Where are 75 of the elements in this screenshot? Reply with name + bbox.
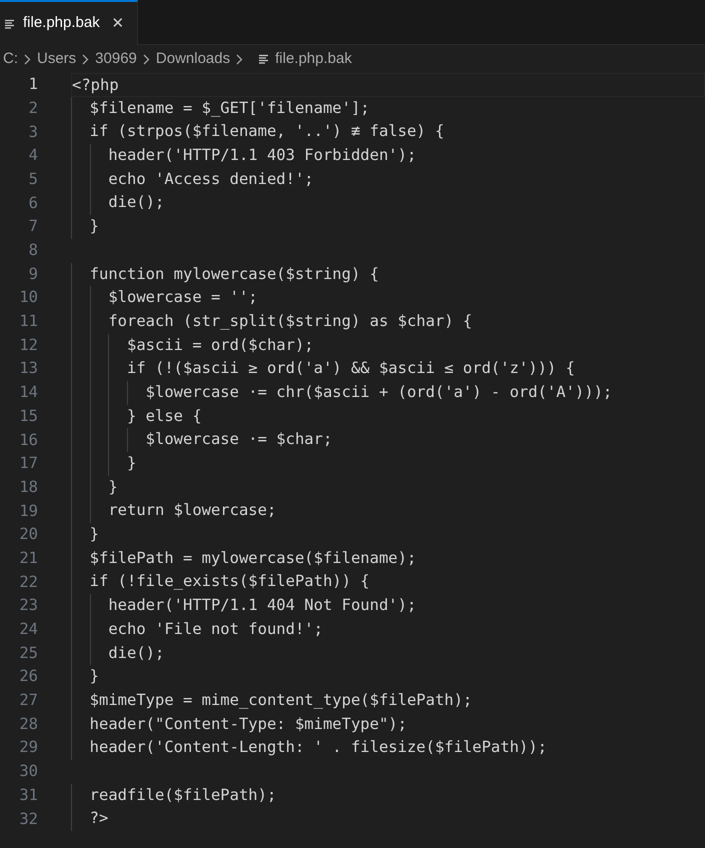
line-number: 9: [28, 264, 38, 285]
code-line: $lowercase ·= chr($ascii + (ord('a') - ord('A')));: [144, 382, 612, 401]
line-number: 2: [28, 98, 38, 119]
code-line: <?php: [72, 76, 119, 94]
code-line: echo 'Access denied!';: [107, 170, 314, 188]
code-line: if (strpos($filename, '..') ≢ false) {: [88, 122, 444, 140]
code-line: }: [88, 667, 99, 686]
line-number: 16: [18, 430, 38, 451]
code-line: if (!($ascii ≥ ord('a') && $ascii ≤ ord('z'))) {: [126, 359, 575, 378]
code-line: header('Content-Length: ' . filesize($filePath));: [88, 738, 547, 756]
line-number: 28: [18, 714, 38, 735]
line-number: 15: [18, 406, 38, 427]
code-line: }: [88, 525, 99, 544]
code-line: function mylowercase($string) {: [88, 264, 379, 282]
code-line: }: [126, 454, 136, 472]
code-line: $lowercase ·= $char;: [144, 430, 332, 448]
line-number: 8: [28, 240, 38, 262]
line-number: 13: [18, 358, 38, 380]
code-line: header("Content-Type: $mimeType");: [88, 714, 407, 733]
line-number: 17: [18, 453, 38, 474]
chevron-icon: [236, 54, 244, 64]
file-lines-icon: [259, 54, 270, 64]
file-lines-icon: [5, 18, 15, 28]
code-line: }: [88, 217, 99, 236]
chevron-icon: [142, 54, 150, 64]
line-number: 12: [18, 334, 38, 356]
line-number: 29: [18, 737, 38, 758]
line-number: 21: [18, 548, 38, 569]
code-line: $lowercase = '';: [107, 288, 258, 306]
chevron-icon: [24, 54, 31, 64]
editor-tab[interactable]: file.php.bak ✕: [0, 0, 138, 45]
code-line: ?>: [88, 809, 108, 828]
line-number: 19: [18, 500, 38, 522]
code-line: if (!file_exists($filePath)) {: [88, 572, 370, 590]
code-line: $filename = $_GET['filename'];: [88, 98, 370, 117]
line-number: 30: [18, 761, 38, 782]
line-number: 24: [18, 619, 38, 640]
code-line: header('HTTP/1.1 403 Forbidden');: [107, 146, 416, 164]
line-number: 5: [28, 168, 38, 190]
line-number: 6: [28, 192, 38, 214]
line-number: 3: [28, 122, 38, 143]
code-line: readfile($filePath);: [88, 786, 276, 804]
code-line: $mimeType = mime_content_type($filePath);: [88, 690, 472, 709]
code-line: return $lowercase;: [107, 501, 276, 520]
line-number: 23: [18, 595, 38, 616]
code-line: die();: [107, 644, 164, 662]
line-number: 1: [28, 74, 38, 96]
code-line: echo 'File not found!';: [107, 620, 323, 638]
breadcrumb-item[interactable]: 30969: [95, 48, 137, 70]
line-number: 25: [18, 642, 38, 664]
line-number: 22: [18, 572, 38, 593]
line-number: 26: [18, 666, 38, 688]
line-number: 4: [28, 145, 38, 166]
line-number: 10: [18, 287, 38, 308]
code-line: die();: [107, 193, 164, 212]
breadcrumb-item[interactable]: Downloads: [156, 48, 230, 70]
line-number: 31: [18, 784, 38, 806]
code-line: header('HTTP/1.1 404 Not Found');: [107, 596, 416, 614]
close-button[interactable]: ✕: [112, 16, 125, 31]
breadcrumb-item[interactable]: Users: [37, 48, 76, 70]
breadcrumb-item[interactable]: C:: [3, 48, 18, 70]
line-number: 7: [28, 216, 38, 238]
code-line: } else {: [126, 406, 202, 425]
chevron-icon: [82, 54, 90, 64]
line-number: 27: [18, 690, 38, 712]
line-number: 14: [18, 382, 38, 404]
line-number: 11: [18, 311, 38, 332]
line-number: 32: [18, 808, 38, 830]
line-number: 18: [18, 476, 38, 498]
code-line: $ascii = ord($char);: [126, 336, 314, 354]
line-number: 20: [18, 524, 38, 546]
code-line: $filePath = mylowercase($filename);: [88, 548, 416, 567]
code-line: foreach (str_split($string) as $char) {: [107, 312, 472, 330]
code-line: }: [107, 478, 118, 496]
breadcrumb-item[interactable]: file.php.bak: [275, 48, 352, 70]
